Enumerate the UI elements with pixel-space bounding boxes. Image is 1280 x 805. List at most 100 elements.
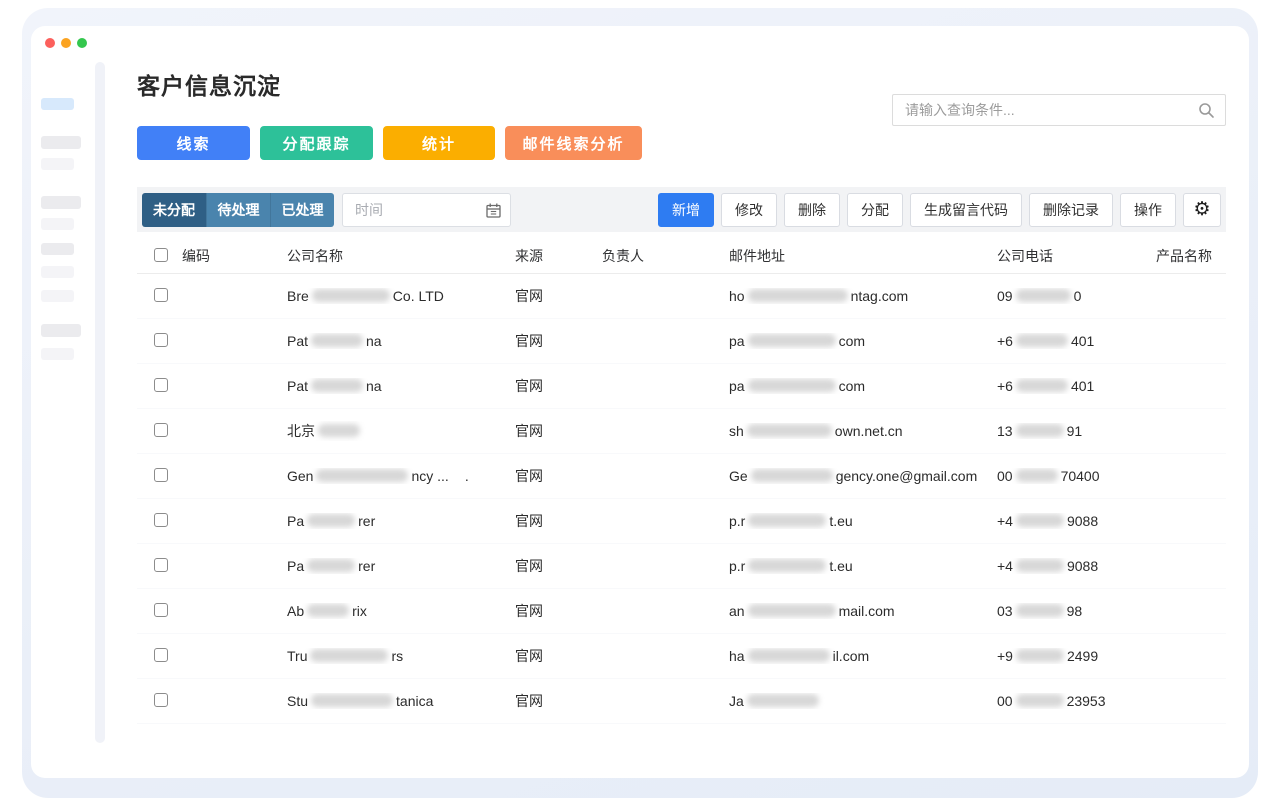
table-row[interactable]: Gen ncy .... 官网 Ge gency.one@gmail.com 00 7…	[137, 454, 1226, 499]
table-row[interactable]: Pa rer 官网 p.r t.eu +4 9088	[137, 499, 1226, 544]
email-text: ho	[729, 288, 745, 304]
sidebar-item[interactable]	[41, 243, 74, 255]
row-checkbox[interactable]	[154, 467, 168, 482]
cell-source: 官网	[515, 513, 543, 529]
delete-button[interactable]: 删除	[784, 192, 840, 227]
tab-unassigned[interactable]: 未分配	[142, 192, 206, 227]
sidebar-item[interactable]	[41, 158, 74, 170]
select-all-checkbox[interactable]	[154, 247, 168, 262]
table-row[interactable]: Pa rer 官网 p.r t.eu +4 9088	[137, 544, 1226, 589]
add-button[interactable]: 新增	[658, 192, 714, 227]
row-checkbox[interactable]	[154, 647, 168, 662]
sidebar-item[interactable]	[41, 348, 74, 360]
generate-message-code-button[interactable]: 生成留言代码	[910, 192, 1022, 227]
date-input[interactable]	[343, 193, 510, 226]
assign-track-button[interactable]: 分配跟踪	[260, 126, 373, 160]
phone-text: +6	[997, 333, 1013, 349]
redacted-text	[747, 289, 848, 302]
table-row[interactable]: Tru rs 官网 ha il.com +9 2499	[137, 634, 1226, 679]
company-text: rix	[352, 603, 367, 619]
cell-company: Bre Co. LTD	[287, 288, 515, 304]
cell-email: Ja	[729, 693, 997, 709]
mail-lead-analysis-button[interactable]: 邮件线索分析	[505, 126, 642, 160]
email-text: t.eu	[829, 558, 853, 574]
redacted-text	[747, 334, 836, 347]
sidebar-item[interactable]	[41, 324, 81, 337]
col-company: 公司名称	[287, 248, 343, 264]
row-checkbox[interactable]	[154, 422, 168, 437]
close-window-icon[interactable]	[45, 38, 55, 48]
sidebar-item[interactable]	[41, 266, 74, 278]
cell-phone: 00 70400	[997, 468, 1152, 484]
gear-icon: ⚙	[1193, 198, 1211, 220]
settings-button[interactable]: ⚙	[1183, 192, 1221, 227]
redacted-text	[1015, 604, 1064, 617]
col-code: 编码	[182, 248, 210, 264]
cell-phone: 09 0	[997, 288, 1152, 304]
sidebar-item[interactable]	[41, 136, 81, 149]
sidebar	[31, 26, 95, 778]
row-checkbox[interactable]	[154, 287, 168, 302]
cell-source: 官网	[515, 288, 543, 304]
cell-phone: 13 91	[997, 423, 1152, 439]
cell-email: pa com	[729, 333, 997, 349]
table-row[interactable]: Stu tanica 官网 Ja 00 23953	[137, 679, 1226, 724]
sidebar-item[interactable]	[41, 196, 81, 209]
cell-email: Ge gency.one@gmail.com	[729, 468, 997, 484]
table-row[interactable]: Bre Co. LTD 官网 ho ntag.com 09 0	[137, 274, 1226, 319]
leads-button[interactable]: 线索	[137, 126, 250, 160]
assign-button[interactable]: 分配	[847, 192, 903, 227]
cell-company: Tru rs	[287, 648, 515, 664]
cell-company: Gen ncy ....	[287, 468, 515, 484]
company-text: Tru	[287, 648, 308, 664]
cell-company: Pa rer	[287, 558, 515, 574]
redacted-text	[748, 559, 827, 572]
window-controls	[45, 38, 87, 48]
search-input[interactable]	[893, 95, 1225, 125]
redacted-text	[316, 469, 409, 482]
email-text: an	[729, 603, 745, 619]
maximize-window-icon[interactable]	[77, 38, 87, 48]
table-row[interactable]: Ab rix 官网 an mail.com 03 98	[137, 589, 1226, 634]
cell-company: Pa rer	[287, 513, 515, 529]
row-checkbox[interactable]	[154, 692, 168, 707]
row-checkbox[interactable]	[154, 512, 168, 527]
cell-phone: 00 23953	[997, 693, 1152, 709]
search-icon[interactable]	[1198, 102, 1215, 119]
sidebar-item-active[interactable]	[41, 98, 74, 110]
phone-text: 70400	[1060, 468, 1100, 484]
redacted-text	[1015, 379, 1068, 392]
col-email: 邮件地址	[729, 248, 785, 264]
calendar-icon[interactable]	[486, 203, 501, 218]
phone-text: 9088	[1066, 513, 1099, 529]
row-checkbox[interactable]	[154, 377, 168, 392]
sidebar-item[interactable]	[41, 290, 74, 302]
minimize-window-icon[interactable]	[61, 38, 71, 48]
redacted-text	[746, 694, 819, 707]
row-checkbox[interactable]	[154, 332, 168, 347]
operate-button[interactable]: 操作	[1120, 192, 1176, 227]
table-row[interactable]: Pat na 官网 pa com +6 401	[137, 364, 1226, 409]
redacted-text	[1015, 559, 1064, 572]
company-text: Pat	[287, 333, 309, 349]
statistics-button[interactable]: 统计	[383, 126, 495, 160]
redacted-text	[318, 424, 360, 437]
company-text: Pa	[287, 558, 305, 574]
table-row[interactable]: Pat na 官网 pa com +6 401	[137, 319, 1226, 364]
redacted-text	[310, 649, 389, 662]
email-text: ha	[729, 648, 745, 664]
edit-button[interactable]: 修改	[721, 192, 777, 227]
company-text: 北京	[287, 423, 315, 439]
cell-source: 官网	[515, 603, 543, 619]
row-checkbox[interactable]	[154, 602, 168, 617]
cell-phone: +9 2499	[997, 648, 1152, 664]
table-row[interactable]: 北京 官网 sh own.net.cn 13 91	[137, 409, 1226, 454]
module-buttons: 线索 分配跟踪 统计 邮件线索分析	[137, 126, 1226, 160]
tab-pending[interactable]: 待处理	[206, 192, 270, 227]
delete-record-button[interactable]: 删除记录	[1029, 192, 1113, 227]
row-checkbox[interactable]	[154, 557, 168, 572]
company-text: ncy ...	[411, 468, 449, 484]
sidebar-item[interactable]	[41, 218, 74, 230]
main-content: 客户信息沉淀 线索 分配跟踪 统计 邮件线索分析 未分配 待处理 已处理	[105, 26, 1249, 778]
tab-processed[interactable]: 已处理	[270, 192, 334, 227]
